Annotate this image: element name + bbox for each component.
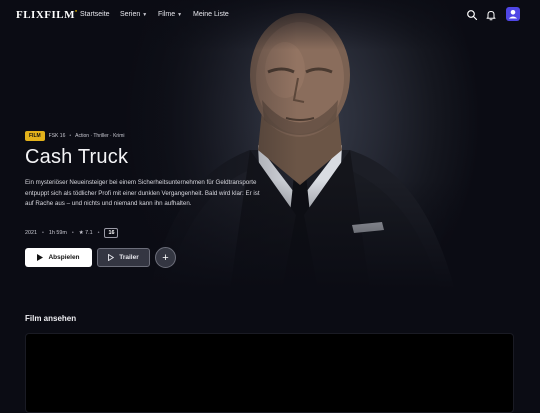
page-title: Cash Truck — [25, 146, 129, 168]
chevron-down-icon: ▼ — [142, 12, 148, 18]
video-player[interactable] — [25, 333, 514, 413]
nav-item-filme[interactable]: Filme ▼ — [158, 11, 182, 18]
genre-list: Action · Thriller · Krimi — [75, 133, 125, 139]
nav-item-meine-liste[interactable]: Meine Liste — [193, 11, 229, 18]
duration: 1h 59m — [48, 230, 67, 236]
release-year: 2021 — [25, 230, 37, 236]
top-navigation: FLIXFILM• Startseite Serien ▼ Filme ▼ Mein… — [0, 0, 540, 30]
age-badge: 16 — [104, 228, 119, 238]
user-icon — [508, 10, 518, 19]
watch-section-title: Film ansehen — [25, 314, 77, 323]
meta-info: 2021 • 1h 59m • ★ 7.1 • 16 — [25, 228, 119, 238]
play-button[interactable]: Abspielen — [25, 248, 92, 267]
nav-item-serien[interactable]: Serien ▼ — [120, 11, 147, 18]
search-icon[interactable] — [466, 9, 478, 21]
plus-icon: + — [162, 251, 169, 264]
play-icon — [37, 254, 44, 261]
add-to-list-button[interactable]: + — [155, 247, 176, 268]
hero-badges: FILM FSK 16 • Action · Thriller · Krimi — [25, 131, 124, 141]
logo[interactable]: FLIXFILM• — [16, 9, 78, 21]
bell-icon[interactable] — [485, 9, 497, 21]
trailer-button[interactable]: Trailer — [97, 248, 150, 267]
rating: ★ 7.1 — [78, 230, 93, 236]
chevron-down-icon: ▼ — [177, 12, 183, 18]
description: Ein mysteriöser Neueinsteiger bei einem … — [25, 179, 260, 207]
play-outline-icon — [108, 254, 115, 261]
age-rating-label: FSK 16 — [48, 133, 66, 139]
type-badge: FILM — [25, 131, 45, 141]
hero-backdrop — [0, 0, 540, 290]
avatar[interactable] — [506, 7, 520, 21]
nav-item-startseite[interactable]: Startseite — [80, 11, 110, 18]
